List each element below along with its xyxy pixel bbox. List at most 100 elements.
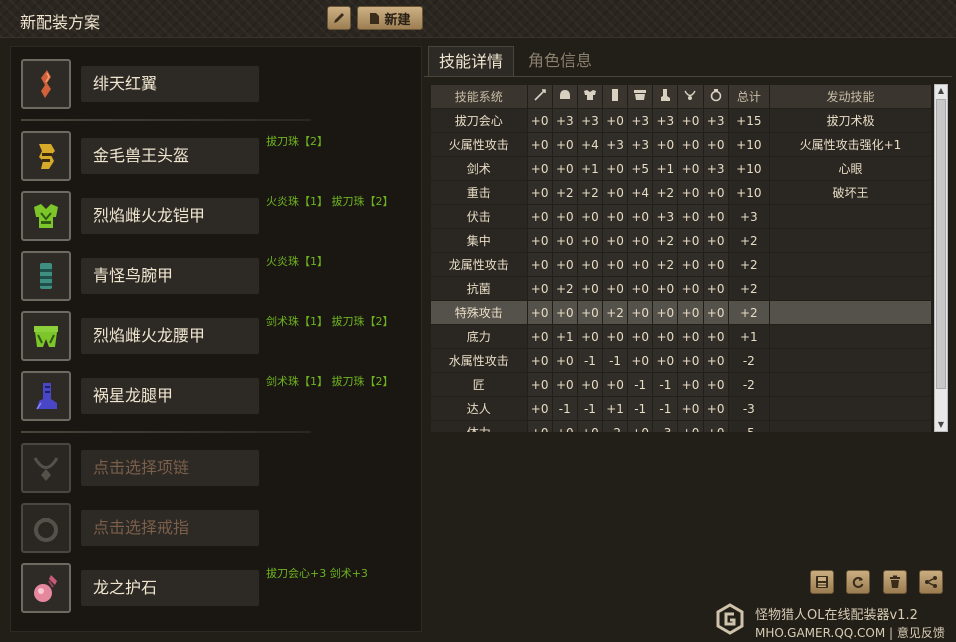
skill-value-cell: +0 [603, 205, 628, 228]
skill-value-cell: +0 [603, 373, 628, 396]
skill-value-cell: +0 [703, 229, 728, 252]
skill-value-cell: +0 [678, 157, 703, 180]
skill-value-cell: +0 [703, 181, 728, 204]
skill-total-cell: +2 [728, 253, 769, 276]
equip-slot-necklace[interactable]: 点击选择项链 [21, 443, 421, 493]
activated-skill-cell: 破坏王 [769, 181, 931, 204]
table-row[interactable]: 火属性攻击 +0 +0 +4 +3 +3 +0 +0 +0 +10 火属性攻击强化+1 [431, 133, 931, 156]
skill-value-cell: +2 [653, 181, 678, 204]
skill-value-cell: +0 [527, 277, 552, 300]
skill-value-cell: +0 [527, 373, 552, 396]
skill-table-container: 技能系统 总计 发动技能 拔刀会心 +0 +3 +3 +0 +3 +3 +0 +… [430, 84, 932, 432]
skill-value-cell: +3 [628, 133, 653, 156]
skill-value-cell: +0 [678, 277, 703, 300]
header-helmet-icon [552, 85, 577, 108]
table-row[interactable]: 伏击 +0 +0 +0 +0 +0 +3 +0 +0 +3 [431, 205, 931, 228]
skill-value-cell: +2 [603, 301, 628, 324]
activated-skill-cell: 心眼 [769, 157, 931, 180]
gem-list: 剑术珠【1】 拔刀珠【2】 [266, 315, 394, 328]
table-scrollbar[interactable]: ▲ ▼ [934, 84, 948, 432]
table-row[interactable]: 抗菌 +0 +2 +0 +0 +0 +0 +0 +0 +2 [431, 277, 931, 300]
activated-skill-cell [769, 397, 931, 420]
header-activated-skill: 发动技能 [769, 85, 931, 108]
skill-value-cell: +3 [603, 133, 628, 156]
skill-value-cell: +0 [603, 109, 628, 132]
new-plan-label: 新建 [384, 12, 411, 28]
table-row[interactable]: 达人 +0 -1 -1 +1 -1 -1 +0 +0 -3 [431, 397, 931, 420]
equip-name-placeholder: 点击选择戒指 [81, 510, 259, 546]
skill-value-cell: +5 [628, 157, 653, 180]
skill-value-cell: +0 [527, 157, 552, 180]
delete-button[interactable] [883, 570, 907, 594]
table-row[interactable]: 体力+0+0+0-2+0-3+0+0-5 [431, 421, 931, 432]
activated-skill-cell: 拔刀术极 [769, 109, 931, 132]
brand-logo-icon [716, 603, 744, 635]
table-row[interactable]: 底力 +0 +1 +0 +0 +0 +0 +0 +0 +1 [431, 325, 931, 348]
skill-value-cell: +0 [628, 229, 653, 252]
table-row[interactable]: 水属性攻击 +0 +0 -1 -1 +0 +0 +0 +0 -2 [431, 349, 931, 372]
skill-name-cell: 匠 [431, 373, 527, 396]
header-waist-armor-icon [628, 85, 653, 108]
skill-value-cell: +0 [703, 325, 728, 348]
table-row[interactable]: 拔刀会心 +0 +3 +3 +0 +3 +3 +0 +3 +15 拔刀术极 [431, 109, 931, 132]
skill-value-cell: +2 [653, 253, 678, 276]
brand-url-feedback-link[interactable]: MHO.GAMER.QQ.COM | 意见反馈 [755, 624, 945, 641]
skill-total-cell: -2 [728, 349, 769, 372]
tab-skill-details[interactable]: 技能详情 [428, 46, 514, 76]
table-row[interactable]: 龙属性攻击 +0 +0 +0 +0 +0 +2 +0 +0 +2 [431, 253, 931, 276]
skill-value-cell: +0 [628, 277, 653, 300]
skill-value-cell: +0 [703, 253, 728, 276]
header-gauntlet-icon [603, 85, 628, 108]
refresh-button[interactable] [846, 570, 870, 594]
skill-value-cell: +0 [678, 301, 703, 324]
table-row[interactable]: 重击 +0 +2 +2 +0 +4 +2 +0 +0 +10 破坏王 [431, 181, 931, 204]
equip-name-placeholder: 点击选择项链 [81, 450, 259, 486]
skill-value-cell: +0 [703, 397, 728, 420]
talisman-icon [21, 563, 71, 613]
table-row[interactable]: 集中 +0 +0 +0 +0 +0 +2 +0 +0 +2 [431, 229, 931, 252]
activated-skill-cell [769, 421, 931, 432]
skill-value-cell: +0 [628, 349, 653, 372]
skill-value-cell: +0 [603, 157, 628, 180]
equip-name: 烈焰雌火龙铠甲 [81, 198, 259, 234]
header-leg-armor-icon [653, 85, 678, 108]
share-button[interactable] [919, 570, 943, 594]
skill-total-cell: +10 [728, 181, 769, 204]
table-row[interactable]: 特殊攻击 +0 +0 +0 +2 +0 +0 +0 +0 +2 [431, 301, 931, 324]
scroll-up-arrow-icon[interactable]: ▲ [935, 85, 947, 97]
equip-slot-legs[interactable]: 祸星龙腿甲 剑术珠【1】 拔刀珠【2】 [21, 371, 421, 421]
skill-name-cell: 伏击 [431, 205, 527, 228]
skill-value-cell: +0 [577, 253, 602, 276]
skill-value-cell: +0 [527, 325, 552, 348]
save-button[interactable] [810, 570, 834, 594]
skill-value-cell: +0 [628, 421, 653, 432]
table-row[interactable]: 剑术 +0 +0 +1 +0 +5 +1 +0 +3 +10 心眼 [431, 157, 931, 180]
skill-total-cell: -5 [728, 421, 769, 432]
skill-value-cell: +0 [703, 373, 728, 396]
new-plan-button[interactable]: 新建 [357, 6, 423, 30]
equip-slot-ring[interactable]: 点击选择戒指 [21, 503, 421, 553]
activated-skill-cell [769, 253, 931, 276]
chest-armor-icon [21, 191, 71, 241]
scroll-thumb[interactable] [936, 99, 946, 389]
tab-character-info[interactable]: 角色信息 [518, 46, 602, 76]
skill-value-cell: +0 [703, 277, 728, 300]
equip-slot-gauntlet[interactable]: 青怪鸟腕甲 火炎珠【1】 [21, 251, 421, 301]
equip-slot-helmet[interactable]: 金毛兽王头盔 拔刀珠【2】 [21, 131, 421, 181]
share-icon [925, 576, 937, 588]
skill-total-cell: +3 [728, 205, 769, 228]
ring-icon [21, 503, 71, 553]
scroll-down-arrow-icon[interactable]: ▼ [935, 419, 947, 431]
equip-slot-weapon[interactable]: 绯天红翼 [21, 59, 421, 109]
skill-value-cell: +3 [653, 205, 678, 228]
equip-slot-waist[interactable]: 烈焰雌火龙腰甲 剑术珠【1】 拔刀珠【2】 [21, 311, 421, 361]
edit-name-button[interactable] [327, 6, 351, 30]
equip-slot-chest[interactable]: 烈焰雌火龙铠甲 火炎珠【1】 拔刀珠【2】 [21, 191, 421, 241]
equip-slot-talisman[interactable]: 龙之护石 拔刀会心+3 剑术+3 [21, 563, 421, 613]
skill-value-cell: +0 [603, 181, 628, 204]
skill-value-cell: +2 [552, 277, 577, 300]
skill-value-cell: +0 [653, 325, 678, 348]
table-row[interactable]: 匠 +0 +0 +0 +0 -1 -1 +0 +0 -2 [431, 373, 931, 396]
weapon-icon [21, 59, 71, 109]
skill-value-cell: +3 [703, 109, 728, 132]
